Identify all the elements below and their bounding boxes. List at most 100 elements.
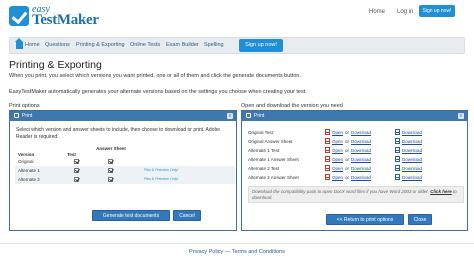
print-row-alternate-2: Alternate 2 Plus & Premium Only! bbox=[15, 175, 235, 184]
test-checkbox[interactable] bbox=[74, 177, 79, 182]
footer-divider bbox=[0, 243, 474, 244]
checkmark-logo-icon bbox=[9, 6, 29, 26]
dialog-title: Print bbox=[254, 113, 265, 119]
word-doc-icon bbox=[395, 147, 400, 153]
dialog-titlebar: Print x bbox=[10, 111, 236, 121]
pdf-icon bbox=[325, 138, 330, 144]
print-options-label: Print options bbox=[9, 103, 40, 109]
dialog-title: Print bbox=[22, 113, 33, 119]
download-doc-link[interactable]: Download bbox=[402, 157, 422, 162]
header-signup-button[interactable]: Sign up now! bbox=[419, 5, 455, 17]
or-text: or bbox=[345, 130, 350, 135]
or-text: or bbox=[345, 148, 350, 153]
compat-link[interactable]: Click here bbox=[430, 189, 452, 194]
main-nav: Home Questions Printing & Exporting Onli… bbox=[9, 37, 465, 54]
header-home-link[interactable]: Home bbox=[369, 9, 385, 15]
close-button[interactable]: Close bbox=[408, 214, 432, 225]
word-doc-icon bbox=[395, 138, 400, 144]
open-link[interactable]: Open bbox=[332, 166, 343, 171]
test-checkbox[interactable] bbox=[74, 168, 79, 173]
row-label: Original bbox=[18, 159, 34, 164]
or-text: or bbox=[345, 175, 350, 180]
word-doc-icon bbox=[395, 156, 400, 162]
print-instructions: Select which version and answer sheets t… bbox=[16, 127, 221, 140]
download-row-original-test: Original Test Open or Download Download bbox=[248, 128, 463, 137]
row-label: Original Answer Sheet bbox=[248, 139, 293, 144]
download-doc-link[interactable]: Download bbox=[402, 175, 422, 180]
row-label: Original Test bbox=[248, 130, 273, 135]
print-row-alternate-1: Alternate 1 Plus & Premium Only! bbox=[15, 166, 235, 175]
download-pdf-link[interactable]: Download bbox=[351, 166, 371, 171]
open-link[interactable]: Open bbox=[332, 157, 343, 162]
home-icon[interactable] bbox=[15, 38, 23, 49]
answer-checkbox[interactable] bbox=[108, 159, 113, 164]
generate-documents-button[interactable]: Generate test documents bbox=[92, 210, 170, 221]
or-text: or bbox=[345, 157, 350, 162]
logo-name: TestMaker bbox=[32, 12, 99, 28]
print-icon bbox=[246, 113, 251, 118]
answer-checkbox[interactable] bbox=[108, 177, 113, 182]
print-icon bbox=[14, 113, 19, 118]
page-title: Printing & Exporting bbox=[9, 59, 102, 71]
pdf-icon bbox=[325, 129, 330, 135]
print-row-original: Original bbox=[15, 157, 235, 166]
nav-printing-exporting[interactable]: Printing & Exporting bbox=[76, 42, 125, 48]
answer-checkbox[interactable] bbox=[108, 168, 113, 173]
download-doc-link[interactable]: Download bbox=[402, 139, 422, 144]
nav-online-tests[interactable]: Online Tests bbox=[130, 42, 160, 48]
compatibility-pack-note: Download the compatibility pack to open … bbox=[248, 186, 464, 203]
download-pdf-link[interactable]: Download bbox=[351, 175, 371, 180]
cancel-button[interactable]: Cancel bbox=[173, 210, 201, 221]
nav-spelling[interactable]: Spelling bbox=[204, 42, 224, 48]
terms-link[interactable]: Terms and Conditions bbox=[232, 249, 285, 255]
nav-signup-button[interactable]: Sign up now! bbox=[239, 39, 283, 52]
return-to-print-options-button[interactable]: << Return to print options bbox=[326, 214, 404, 225]
nav-questions[interactable]: Questions bbox=[45, 42, 70, 48]
download-row-alternate-2-answer-sheet: Alternate 2 Answer Sheet Open or Downloa… bbox=[248, 173, 463, 182]
header-login-link[interactable]: Log in bbox=[397, 9, 413, 15]
download-row-alternate-1-test: Alternate 1 Test Open or Download Downlo… bbox=[248, 146, 463, 155]
pdf-icon bbox=[325, 156, 330, 162]
download-row-alternate-1-answer-sheet: Alternate 1 Answer Sheet Open or Downloa… bbox=[248, 155, 463, 164]
open-link[interactable]: Open bbox=[332, 175, 343, 180]
plus-premium-note: Plus & Premium Only! bbox=[144, 168, 179, 172]
row-label: Alternate 2 Test bbox=[248, 166, 280, 171]
or-text: or bbox=[345, 166, 350, 171]
row-label: Alternate 2 bbox=[18, 177, 40, 182]
or-text: or bbox=[345, 139, 350, 144]
open-link[interactable]: Open bbox=[332, 139, 343, 144]
row-label: Alternate 1 Answer Sheet bbox=[248, 157, 299, 162]
footer: Privacy Policy — Terms and Conditions bbox=[0, 249, 474, 255]
row-label: Alternate 2 Answer Sheet bbox=[248, 175, 299, 180]
intro-text-1: When you print, you select which version… bbox=[9, 73, 301, 79]
col-answer-header: Answer Sheet bbox=[96, 146, 126, 151]
download-pdf-link[interactable]: Download bbox=[351, 130, 371, 135]
download-doc-link[interactable]: Download bbox=[402, 166, 422, 171]
dialog-titlebar: Print x bbox=[242, 111, 467, 121]
nav-exam-builder[interactable]: Exam Builder bbox=[166, 42, 199, 48]
download-pdf-link[interactable]: Download bbox=[351, 139, 371, 144]
close-icon[interactable]: x bbox=[227, 113, 233, 119]
open-link[interactable]: Open bbox=[332, 148, 343, 153]
intro-text-2: EasyTestMaker automatically generates yo… bbox=[9, 89, 307, 95]
plus-premium-note: Plus & Premium Only! bbox=[144, 177, 179, 181]
download-pdf-link[interactable]: Download bbox=[351, 157, 371, 162]
privacy-policy-link[interactable]: Privacy Policy bbox=[189, 249, 223, 255]
print-options-dialog: Print x Select which version and answer … bbox=[9, 110, 237, 231]
download-doc-link[interactable]: Download bbox=[402, 130, 422, 135]
word-doc-icon bbox=[395, 165, 400, 171]
open-link[interactable]: Open bbox=[332, 130, 343, 135]
nav-home[interactable]: Home bbox=[25, 42, 40, 48]
download-row-alternate-2-test: Alternate 2 Test Open or Download Downlo… bbox=[248, 164, 463, 173]
open-download-label: Open and download the version you need bbox=[241, 103, 343, 109]
word-doc-icon bbox=[395, 129, 400, 135]
download-doc-link[interactable]: Download bbox=[402, 148, 422, 153]
close-icon[interactable]: x bbox=[458, 113, 464, 119]
pdf-icon bbox=[325, 147, 330, 153]
download-pdf-link[interactable]: Download bbox=[351, 148, 371, 153]
pdf-icon bbox=[325, 174, 330, 180]
row-label: Alternate 1 bbox=[18, 168, 40, 173]
test-checkbox[interactable] bbox=[74, 159, 79, 164]
compat-text: Download the compatibility pack to open … bbox=[252, 189, 429, 194]
logo[interactable]: easy TestMaker bbox=[9, 4, 113, 30]
